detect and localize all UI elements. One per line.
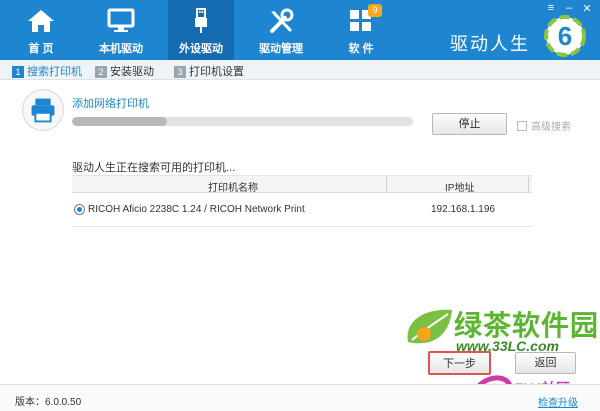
step-label: 搜索打印机 [27,66,82,78]
add-network-printer-title: 添加网络打印机 [72,98,149,110]
column-header-ip[interactable]: IP地址 [445,179,474,194]
printer-radio-button[interactable] [74,204,85,215]
step-printer-settings: 3 打印机设置 [174,63,244,79]
nav-label: 首 页 [28,43,54,55]
minimize-icon[interactable]: – [562,2,576,14]
top-nav-bar: 首 页 本机驱动 外设驱动 驱动管理 9 软 件 ≡ – ✕ 驱动人生 6 [0,0,600,60]
nav-label: 本机驱动 [99,43,143,55]
brand-name: 驱动人生 [450,34,530,54]
step-label: 打印机设置 [189,66,244,78]
search-progress-bar [72,117,413,126]
check-update-link[interactable]: 检查升级 [538,394,578,409]
brand-logo-number: 6 [558,21,572,51]
nav-item-driver-management[interactable]: 驱动管理 [248,0,314,60]
nav-item-software[interactable]: 9 软 件 [328,0,394,60]
nav-item-peripheral-driver[interactable]: 外设驱动 [168,0,234,60]
advanced-search-label: 高级搜索 [531,122,571,133]
wizard-steps: 1 搜索打印机 2 安装驱动 3 打印机设置 [0,60,600,80]
monitor-icon [107,8,135,32]
step-label: 安装驱动 [110,66,154,78]
search-progress-fill [72,117,168,126]
printer-icon [31,98,55,123]
column-divider [528,177,529,192]
stop-button[interactable]: 停止 [432,113,507,135]
table-row[interactable]: RICOH Aficio 2238C 1.24 / RICOH Network … [72,201,532,219]
column-divider [386,177,387,192]
checkbox-box[interactable] [517,121,527,131]
printer-icon-badge [22,89,64,131]
home-icon [28,10,54,32]
printer-table-header: 打印机名称 IP地址 [72,175,532,194]
back-button[interactable]: 返回 [515,352,576,374]
step-search-printer: 1 搜索打印机 [12,63,82,79]
search-status-text: 驱动人生正在搜索可用的打印机... [72,162,236,174]
step-number: 3 [174,66,186,78]
step-number: 1 [12,66,24,78]
column-header-printer-name[interactable]: 打印机名称 [208,179,258,194]
watermark-leaf-logo [407,309,452,344]
menu-icon[interactable]: ≡ [544,2,558,14]
table-divider [72,226,532,227]
step-install-driver: 2 安装驱动 [95,63,154,79]
tools-icon [270,8,294,33]
nav-label: 驱动管理 [259,43,303,55]
nav-item-home[interactable]: 首 页 [8,0,74,60]
step-number: 2 [95,66,107,78]
nav-item-local-driver[interactable]: 本机驱动 [88,0,154,60]
brand-logo-icon: 6 [544,15,586,57]
usb-icon [195,8,207,33]
nav-label: 外设驱动 [179,43,223,55]
version-text: 版本：6.0.0.50 [15,397,82,408]
printer-ip-cell: 192.168.1.196 [431,204,495,215]
footer-bar: 版本：6.0.0.50 检查升级 [0,384,600,411]
printer-name-cell: RICOH Aficio 2238C 1.24 / RICOH Network … [88,204,305,215]
advanced-search-checkbox[interactable]: 高级搜索 [517,118,571,133]
radio-selected-dot [77,207,82,212]
next-button[interactable]: 下一步 [428,351,491,375]
software-update-badge: 9 [368,4,382,17]
nav-label: 软 件 [348,43,374,55]
